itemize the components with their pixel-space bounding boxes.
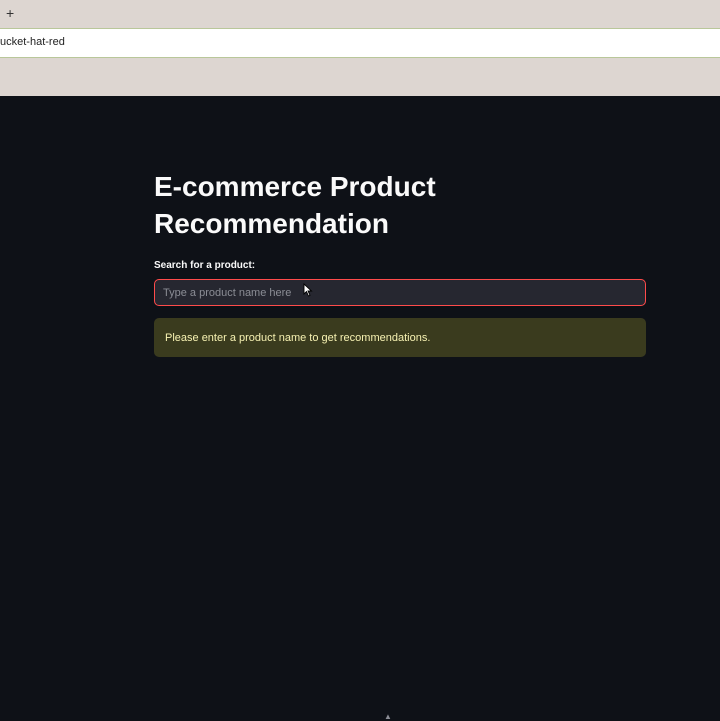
address-url-text: ucket-hat-red (0, 36, 65, 48)
browser-tab-bar: + (0, 0, 720, 28)
new-tab-plus-icon[interactable]: + (6, 4, 14, 22)
address-bar[interactable]: ucket-hat-red (0, 28, 720, 58)
app-main-area: E-commerce Product Recommendation Search… (0, 96, 720, 720)
bookmarks-bar (0, 58, 720, 96)
main-content: E-commerce Product Recommendation Search… (154, 168, 646, 357)
alert-message: Please enter a product name to get recom… (165, 331, 431, 344)
mouse-pointer-icon (303, 283, 313, 297)
info-alert: Please enter a product name to get recom… (154, 318, 646, 357)
product-search-input[interactable] (154, 279, 646, 306)
page-title: E-commerce Product Recommendation (154, 171, 436, 239)
search-label: Search for a product: (154, 260, 256, 271)
